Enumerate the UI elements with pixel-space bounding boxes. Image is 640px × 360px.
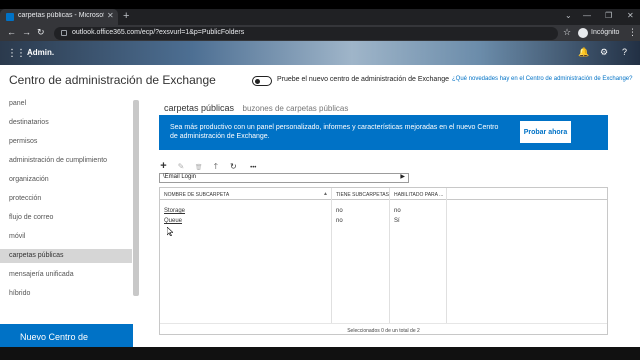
sidebar-item-recipients[interactable]: destinatarios — [0, 116, 132, 130]
exchange-admin-page: Centro de administración de Exchange Pru… — [0, 65, 640, 347]
add-icon[interactable]: + — [160, 160, 167, 172]
table-row-name-storage[interactable]: Storage — [164, 208, 185, 214]
whats-new-link[interactable]: ¿Qué novedades hay en el Centro de admin… — [452, 76, 632, 82]
promo-text: Sea más productivo con un panel personal… — [170, 124, 499, 140]
tab-public-folders[interactable]: carpetas públicas — [164, 103, 234, 113]
subfolder-table: NOMBRE DE SUBCARPETA ▲ TIENE SUBCARPETAS… — [159, 187, 608, 335]
new-eac-banner[interactable]: Nuevo Centro de — [0, 324, 133, 347]
folder-path-text: \Email Login — [163, 174, 197, 180]
browser-toolbar: ← → ↻ outlook.office365.com/ecp/?exsvurl… — [0, 25, 640, 41]
column-divider — [331, 188, 332, 323]
tab-search-icon[interactable]: ⌄ — [565, 11, 572, 20]
office-header-bar: ⋮⋮⋮ Admin. 🔔 ⚙ ? — [0, 41, 640, 65]
sidebar-item-hybrid[interactable]: híbrido — [0, 287, 132, 301]
sidebar-item-unified-messaging[interactable]: mensajería unificada — [0, 268, 132, 282]
bottom-letterbox — [0, 347, 640, 360]
new-eac-toggle[interactable] — [252, 76, 272, 86]
play-arrow-icon[interactable]: ▶ — [400, 173, 405, 180]
column-header-name-label: NOMBRE DE SUBCARPETA — [164, 192, 230, 198]
folder-path-box[interactable]: \Email Login ▶ — [159, 173, 409, 183]
sidebar-item-protection[interactable]: protección — [0, 192, 132, 206]
sort-ascending-icon: ▲ — [323, 191, 328, 197]
reload-button[interactable]: ↻ — [37, 27, 45, 38]
incognito-icon — [578, 28, 588, 38]
browser-menu-icon[interactable]: ⋮ — [628, 27, 637, 38]
tab-public-folder-mailboxes[interactable]: buzones de carpetas públicas — [243, 104, 349, 113]
table-row-name-queue[interactable]: Queue — [164, 218, 182, 224]
sidebar-item-permissions[interactable]: permisos — [0, 135, 132, 149]
forward-button[interactable]: → — [22, 27, 31, 37]
sidebar-item-organization[interactable]: organización — [0, 173, 132, 187]
sidebar-item-compliance[interactable]: administración de cumplimiento — [0, 154, 132, 168]
bookmark-star-icon[interactable]: ☆ — [563, 27, 571, 38]
admin-label[interactable]: Admin. — [27, 48, 54, 57]
sidebar-item-mail-flow[interactable]: flujo de correo — [0, 211, 132, 225]
browser-tab-strip: carpetas públicas - Microsoft Exchange ✕… — [0, 9, 640, 25]
table-row-has-subfolders: no — [336, 218, 343, 224]
close-window-button[interactable]: ✕ — [627, 11, 634, 20]
incognito-label: Incógnito — [591, 29, 620, 36]
column-divider — [389, 188, 390, 323]
table-row-enabled: Sí — [394, 218, 400, 224]
edit-icon[interactable]: ✎ — [177, 162, 185, 171]
try-now-button[interactable]: Probar ahora — [520, 121, 571, 143]
more-options-icon[interactable]: ••• — [247, 165, 259, 171]
sidebar-scrollbar[interactable] — [133, 100, 139, 296]
selection-status: Seleccionados 0 de un total de 2 — [160, 323, 607, 335]
refresh-icon[interactable]: ↻ — [230, 162, 237, 171]
column-header-has-subfolders[interactable]: TIENE SUBCARPETAS — [332, 188, 390, 200]
exchange-favicon-icon — [6, 13, 14, 21]
lock-icon — [61, 30, 67, 36]
column-header-name[interactable]: NOMBRE DE SUBCARPETA ▲ — [160, 188, 332, 200]
delete-icon[interactable]: 🗑 — [195, 164, 203, 171]
help-icon[interactable]: ? — [622, 47, 627, 57]
new-eac-banner-label: Nuevo Centro de — [20, 332, 89, 342]
sidebar-item-mobile[interactable]: móvil — [0, 230, 132, 244]
restore-button[interactable]: ❐ — [605, 11, 612, 20]
url-text[interactable]: outlook.office365.com/ecp/?exsvurl=1&p=P… — [72, 29, 244, 36]
minimize-button[interactable]: — — [583, 11, 591, 20]
close-tab-icon[interactable]: ✕ — [107, 11, 114, 20]
toggle-knob — [255, 78, 260, 84]
table-row-has-subfolders: no — [336, 208, 343, 214]
sidebar-item-panel[interactable]: panel — [0, 97, 132, 111]
toggle-label: Pruebe el nuevo centro de administración… — [277, 76, 449, 83]
column-header-enabled[interactable]: HABILITADO PARA ... — [390, 188, 447, 200]
promo-banner: Sea más productivo con un panel personal… — [159, 115, 608, 150]
table-row-enabled: no — [394, 208, 401, 214]
back-button[interactable]: ← — [7, 27, 16, 37]
gear-icon[interactable]: ⚙ — [600, 47, 608, 58]
browser-tab[interactable]: carpetas públicas - Microsoft Exchange ✕ — [0, 9, 118, 25]
address-bar[interactable]: outlook.office365.com/ecp/?exsvurl=1&p=P… — [54, 27, 558, 40]
browser-tab-title: carpetas públicas - Microsoft Exchange — [18, 12, 104, 19]
page-title: Centro de administración de Exchange — [9, 73, 216, 87]
column-divider — [446, 188, 447, 323]
action-toolbar: + ✎ 🗑 🡑 ↻ ••• — [160, 156, 265, 172]
bell-icon[interactable]: 🔔 — [578, 47, 589, 58]
column-header-empty — [447, 188, 607, 200]
new-tab-button[interactable]: + — [123, 10, 129, 22]
content-tabs: carpetas públicas buzones de carpetas pú… — [164, 98, 352, 116]
sidebar-item-public-folders[interactable]: carpetas públicas — [0, 249, 132, 263]
sidebar: panel destinatarios permisos administrac… — [0, 95, 139, 347]
mouse-pointer-icon — [167, 227, 173, 236]
